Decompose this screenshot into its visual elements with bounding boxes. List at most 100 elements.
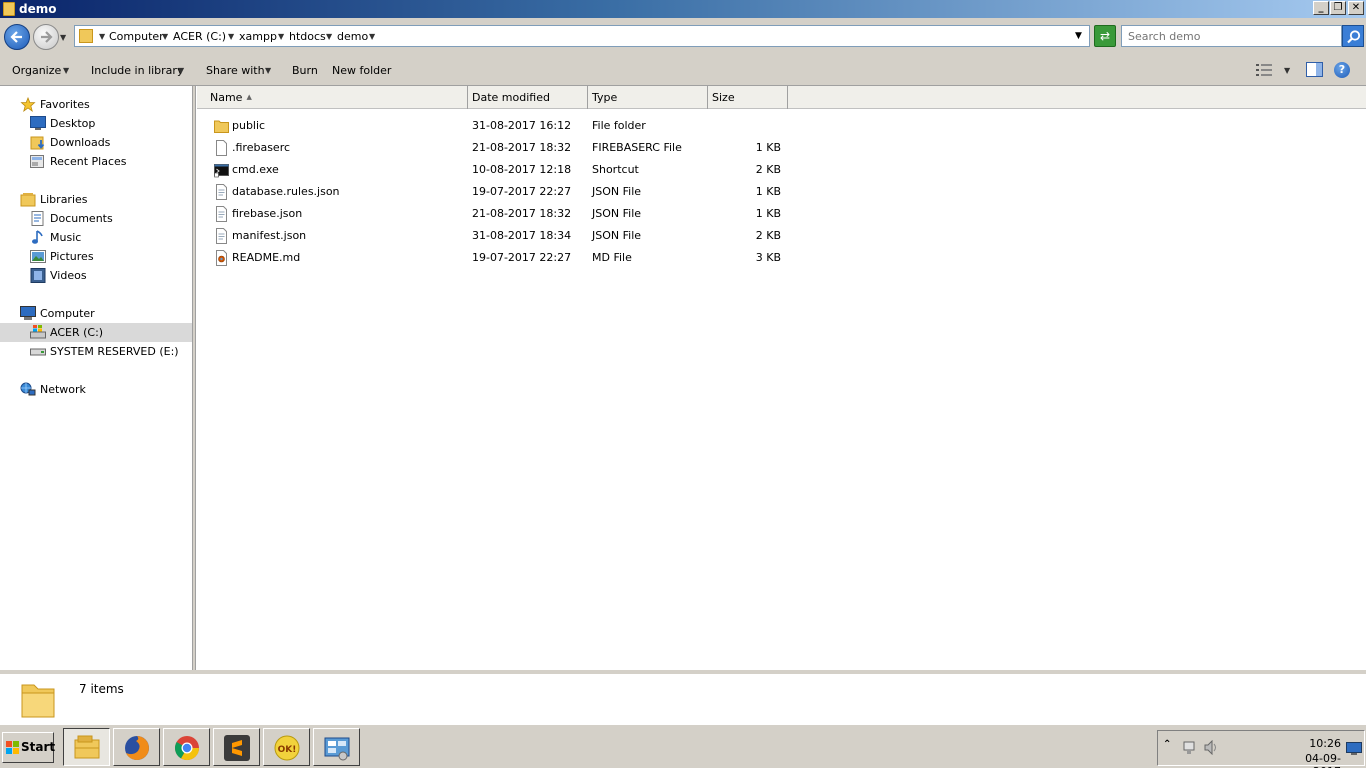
file-name: .firebaserc bbox=[232, 141, 291, 154]
clock-time[interactable]: 10:26 bbox=[1283, 737, 1341, 750]
column-header-size[interactable]: Size bbox=[707, 86, 788, 109]
breadcrumb-acer-c[interactable]: ACER (C:) bbox=[173, 29, 226, 45]
breadcrumb-htdocs[interactable]: htdocs bbox=[289, 29, 326, 45]
column-header-date[interactable]: Date modified bbox=[467, 86, 588, 109]
chevron-down-icon: ▼ bbox=[265, 66, 272, 75]
details-view-icon[interactable] bbox=[1256, 64, 1272, 76]
refresh-button[interactable]: ⇄ bbox=[1094, 25, 1116, 47]
change-view-dropdown[interactable]: ▼ bbox=[1284, 63, 1290, 79]
taskbar-ok-app[interactable]: OK! bbox=[263, 728, 310, 766]
chevron-down-icon[interactable]: ▼ bbox=[228, 29, 234, 45]
file-row[interactable]: public 31-08-2017 16:12 File folder bbox=[197, 115, 797, 137]
column-header-type[interactable]: Type bbox=[587, 86, 708, 109]
include-in-library-button[interactable]: Include in library bbox=[91, 63, 183, 79]
back-button[interactable] bbox=[4, 24, 30, 50]
close-button[interactable]: ✕ bbox=[1348, 1, 1364, 15]
file-row[interactable]: manifest.json 31-08-2017 18:34 JSON File… bbox=[197, 225, 797, 247]
help-icon[interactable]: ? bbox=[1334, 62, 1350, 78]
search-button[interactable] bbox=[1342, 25, 1364, 47]
burn-button[interactable]: Burn bbox=[292, 63, 318, 79]
taskbar-explorer[interactable] bbox=[63, 728, 110, 766]
md-file-icon bbox=[216, 250, 227, 266]
recent-pages-dropdown[interactable]: ▼ bbox=[60, 33, 69, 42]
share-with-button[interactable]: Share with bbox=[206, 63, 265, 79]
file-size: 2 KB bbox=[755, 229, 781, 242]
file-name: public bbox=[232, 119, 266, 132]
new-folder-button[interactable]: New folder bbox=[332, 63, 391, 79]
start-button[interactable]: Start bbox=[2, 732, 55, 763]
file-name: cmd.exe bbox=[232, 163, 279, 176]
taskbar-control-panel[interactable] bbox=[313, 728, 360, 766]
nav-drive-e-label: SYSTEM RESERVED (E:) bbox=[50, 345, 179, 358]
chevron-down-icon[interactable]: ▼ bbox=[326, 29, 332, 45]
organize-button[interactable]: Organize bbox=[12, 63, 61, 79]
folder-icon bbox=[3, 2, 15, 16]
chevron-down-icon[interactable]: ▼ bbox=[369, 29, 375, 45]
chevron-down-icon[interactable]: ▼ bbox=[99, 29, 105, 45]
desktop-icon bbox=[30, 116, 46, 130]
nav-libraries[interactable]: Libraries bbox=[0, 190, 192, 209]
nav-downloads[interactable]: Downloads bbox=[0, 133, 192, 152]
column-header-name[interactable]: Name ▲ bbox=[205, 86, 468, 109]
volume-icon[interactable] bbox=[1204, 740, 1220, 755]
nav-documents[interactable]: Documents bbox=[0, 209, 192, 228]
nav-libraries-label: Libraries bbox=[40, 193, 88, 206]
show-desktop-icon[interactable] bbox=[1346, 742, 1362, 755]
breadcrumb-computer[interactable]: Computer bbox=[109, 29, 164, 45]
chevron-down-icon: ▼ bbox=[178, 66, 185, 75]
breadcrumb-xampp[interactable]: xampp bbox=[239, 29, 277, 45]
taskbar-firefox[interactable] bbox=[113, 728, 160, 766]
explorer-icon bbox=[74, 735, 100, 759]
restore-button[interactable]: ❐ bbox=[1330, 1, 1346, 15]
show-hidden-icons-button[interactable]: ⌃ bbox=[1163, 739, 1171, 750]
forward-button[interactable] bbox=[33, 24, 59, 50]
json-file-icon bbox=[216, 206, 227, 222]
column-date-label: Date modified bbox=[472, 91, 550, 104]
chevron-down-icon[interactable]: ▼ bbox=[278, 29, 284, 45]
network-tray-icon[interactable] bbox=[1182, 740, 1196, 755]
pane-splitter[interactable] bbox=[193, 86, 196, 670]
address-box[interactable]: ▼ Computer ▼ ACER (C:) ▼ xampp ▼ htdocs … bbox=[74, 25, 1090, 47]
nav-desktop[interactable]: Desktop bbox=[0, 114, 192, 133]
title-bar[interactable]: demo _ ❐ ✕ bbox=[0, 0, 1366, 18]
nav-pictures[interactable]: Pictures bbox=[0, 247, 192, 266]
computer-icon bbox=[20, 306, 36, 320]
nav-music[interactable]: Music bbox=[0, 228, 192, 247]
file-row[interactable]: database.rules.json 19-07-2017 22:27 JSO… bbox=[197, 181, 797, 203]
firefox-icon bbox=[125, 736, 149, 760]
svg-text:OK!: OK! bbox=[278, 745, 297, 755]
nav-videos[interactable]: Videos bbox=[0, 266, 192, 285]
arrow-right-icon bbox=[41, 31, 53, 43]
preview-pane-icon[interactable] bbox=[1306, 62, 1323, 77]
clock-date[interactable]: 04-09-2017 bbox=[1278, 752, 1341, 768]
file-row[interactable]: firebase.json 21-08-2017 18:32 JSON File… bbox=[197, 203, 797, 225]
nav-recent-places[interactable]: Recent Places bbox=[0, 152, 192, 171]
taskbar-chrome[interactable] bbox=[163, 728, 210, 766]
file-type: JSON File bbox=[592, 229, 642, 242]
address-history-dropdown[interactable]: ▼ bbox=[1075, 29, 1082, 43]
file-size: 2 KB bbox=[755, 163, 781, 176]
file-row[interactable]: README.md 19-07-2017 22:27 MD File 3 KB bbox=[197, 247, 797, 269]
nav-drive-c-label: ACER (C:) bbox=[50, 326, 104, 339]
nav-desktop-label: Desktop bbox=[50, 117, 96, 130]
nav-network-label: Network bbox=[40, 383, 86, 396]
breadcrumb-demo[interactable]: demo bbox=[337, 29, 368, 45]
file-row[interactable]: .firebaserc 21-08-2017 18:32 FIREBASERC … bbox=[197, 137, 797, 159]
nav-favorites-label: Favorites bbox=[40, 98, 90, 111]
file-type: MD File bbox=[592, 251, 632, 264]
column-header-row: Name ▲ Date modified Type Size bbox=[197, 86, 1366, 109]
nav-drive-c[interactable]: ACER (C:) bbox=[0, 323, 192, 342]
chevron-down-icon[interactable]: ▼ bbox=[162, 29, 168, 45]
search-input[interactable] bbox=[1121, 25, 1342, 47]
file-date: 31-08-2017 16:12 bbox=[472, 119, 572, 132]
json-file-icon bbox=[216, 184, 227, 200]
nav-favorites[interactable]: Favorites bbox=[0, 95, 192, 114]
chrome-icon bbox=[174, 736, 199, 761]
nav-computer[interactable]: Computer bbox=[0, 304, 192, 323]
minimize-button[interactable]: _ bbox=[1313, 1, 1329, 15]
nav-drive-e[interactable]: SYSTEM RESERVED (E:) bbox=[0, 342, 192, 361]
file-row[interactable]: cmd.exe 10-08-2017 12:18 Shortcut 2 KB bbox=[197, 159, 797, 181]
video-film-icon bbox=[30, 268, 46, 283]
nav-network[interactable]: Network bbox=[0, 380, 192, 399]
taskbar-sublime-text[interactable] bbox=[213, 728, 260, 766]
